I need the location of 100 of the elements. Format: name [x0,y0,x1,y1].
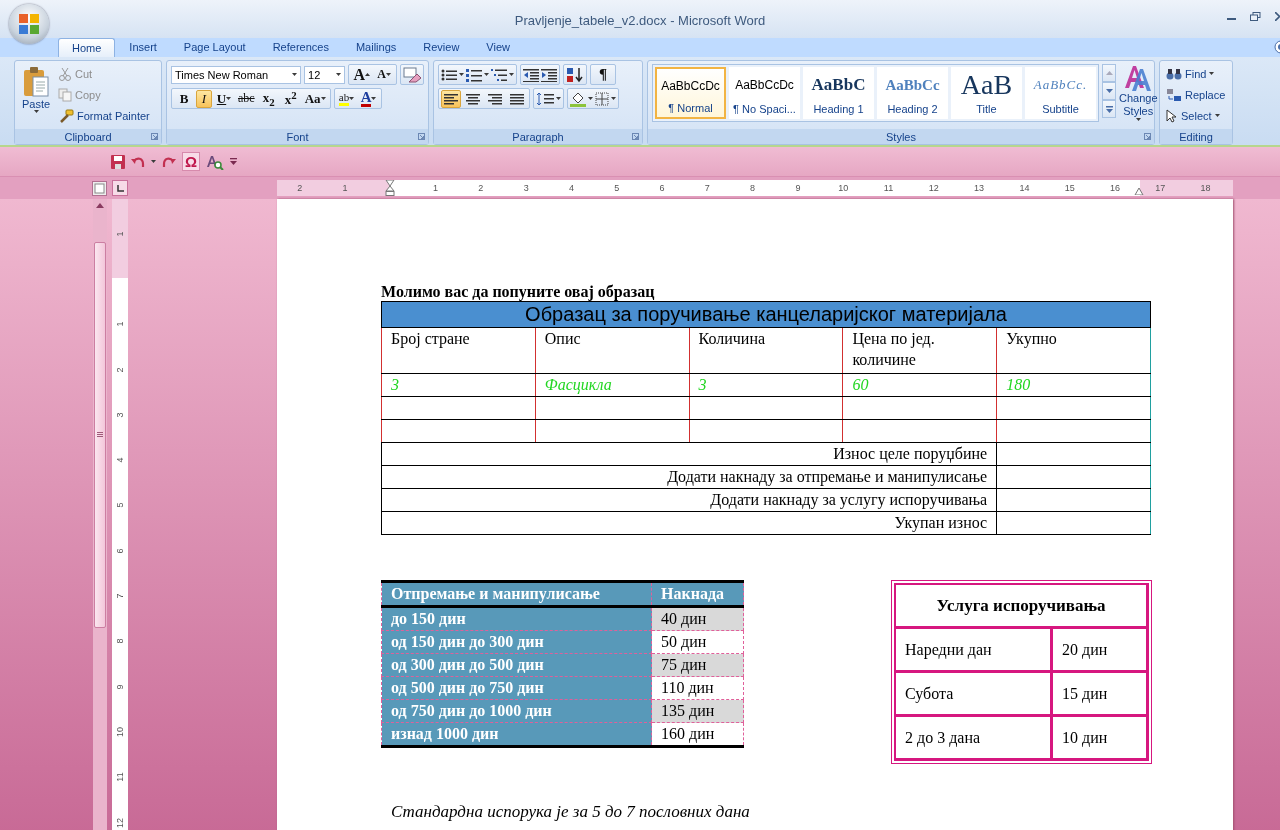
paint-bucket-icon[interactable] [570,90,586,107]
ruler-number: 18 [1200,183,1211,193]
group-label: Clipboard [64,130,112,143]
strikethrough-button[interactable]: abc [236,89,257,108]
restore-icon[interactable] [1250,12,1261,21]
spelling-icon[interactable] [206,153,225,170]
symbol-button[interactable]: Ω [182,152,201,171]
table-cell: 60 [842,373,997,397]
style-tile[interactable]: AaB Title [951,67,1022,119]
redo-icon[interactable] [162,155,176,168]
caret-icon[interactable] [349,97,355,100]
ruler-number: 2 [297,183,303,193]
caret-icon[interactable] [588,97,593,100]
scroll-thumb[interactable] [94,242,106,628]
select-button[interactable]: Select [1164,106,1228,125]
multilevel-list-icon[interactable] [491,67,507,82]
scrollbar[interactable] [93,199,107,830]
table-header-cell: Отпремање и манипулисање [381,581,652,607]
show-formatting-button[interactable]: ¶ [593,65,613,84]
highlight-button[interactable]: ab [336,89,357,108]
line-spacing-icon[interactable] [536,91,554,106]
align-left-button[interactable] [441,89,461,108]
caret-icon[interactable] [1214,114,1220,117]
caret-icon[interactable] [33,110,39,113]
caret-icon[interactable] [292,73,298,76]
ribbon-tab[interactable]: Page Layout [170,38,259,57]
bold-button[interactable]: B [174,89,194,108]
ribbon-tab[interactable]: Review [410,38,473,57]
caret-icon[interactable] [1135,118,1141,121]
group-label: Styles [886,130,916,143]
underline-button[interactable]: U [214,89,234,108]
font-color-button[interactable]: A [358,89,379,108]
caret-icon[interactable] [151,160,156,163]
table-cell: 15 дин [1052,672,1148,716]
superscript-button[interactable]: x$^{2}$ [280,89,301,108]
find-button[interactable]: Find [1164,64,1228,83]
ruler-number: 6 [115,548,125,554]
caret-icon[interactable] [371,97,377,100]
align-right-icon [488,92,502,105]
view-ruler-icon[interactable] [92,180,107,196]
painter-button[interactable]: Format Painter [56,106,152,125]
indent-marker-icon[interactable] [385,180,396,196]
style-tile[interactable]: AaBbC Heading 1 [803,67,874,119]
style-tile[interactable]: AaBbCc Heading 2 [877,67,948,119]
caret-icon[interactable] [320,97,326,100]
office-button[interactable] [9,4,49,44]
table-cell: 3 [689,373,843,397]
grow-font-button[interactable]: A [351,65,372,84]
caret-icon[interactable] [509,73,514,76]
table-cell: од 500 дин до 750 дин [381,676,652,700]
ribbon-tab[interactable]: View [473,38,523,57]
table-cell: Цена по јед. количине [842,327,997,374]
ribbon-tab[interactable]: Mailings [342,38,410,57]
borders-icon[interactable] [595,91,609,106]
increase-indent-icon[interactable] [541,67,557,82]
right-indent-icon[interactable] [1134,187,1144,195]
ruler-number: 16 [1110,183,1120,193]
ruler-number: 14 [1019,183,1030,193]
style-tile[interactable]: AaBbCcDc ¶ No Spaci... [729,67,800,119]
decrease-indent-icon[interactable] [523,67,539,82]
ruler-number: 1 [115,321,125,327]
paste-button[interactable]: Paste [19,64,53,129]
customize-icon[interactable] [230,158,238,165]
shrink-font-button[interactable]: A [374,65,394,84]
italic-button[interactable]: I [196,89,212,108]
caret-icon[interactable] [484,73,489,76]
ruler-number: 8 [115,638,125,644]
ribbon-tab[interactable]: Home [58,38,116,57]
style-tile[interactable]: AaBbCc. Subtitle [1025,67,1096,119]
change-styles-button[interactable]: Change Styles [1119,64,1158,129]
caret-icon[interactable] [1209,72,1215,75]
table-cell: Износ целе поруџбине [381,442,997,466]
table-cell: Опис [535,327,690,374]
ribbon-tab[interactable]: References [259,38,342,57]
caret-icon[interactable] [385,73,391,76]
more-styles-button[interactable] [1102,100,1116,118]
group-label: Font [286,130,309,143]
caret-icon[interactable] [459,73,464,76]
caret-icon[interactable] [336,73,342,76]
font-size-field[interactable]: 12 [304,65,346,84]
save-icon[interactable] [111,154,125,169]
undo-icon[interactable] [131,155,145,168]
bullets-icon[interactable] [441,67,457,82]
style-tile[interactable]: AaBbCcDc ¶ Normal [655,67,726,119]
ribbon-tab[interactable]: Insert [116,38,170,57]
up-arrow-icon[interactable] [96,203,104,208]
close-icon[interactable] [1275,12,1280,21]
scroll-down-button[interactable] [1102,82,1116,100]
table-cell: Субота [895,672,1052,716]
numbering-icon[interactable] [466,67,482,82]
caret-icon[interactable] [556,97,561,100]
font-name-field[interactable]: Times New Roman [171,65,302,84]
align-justify-icon [510,92,524,105]
subscript-button[interactable]: x$_{2}$ [258,89,279,108]
replace-button[interactable]: Replace [1164,85,1228,104]
change-case-button[interactable]: Aa [302,89,328,108]
table-cell: Наредни дан [895,628,1052,672]
caret-icon[interactable] [611,97,616,100]
caret-icon[interactable] [226,97,232,100]
tab-selector[interactable] [112,180,128,196]
